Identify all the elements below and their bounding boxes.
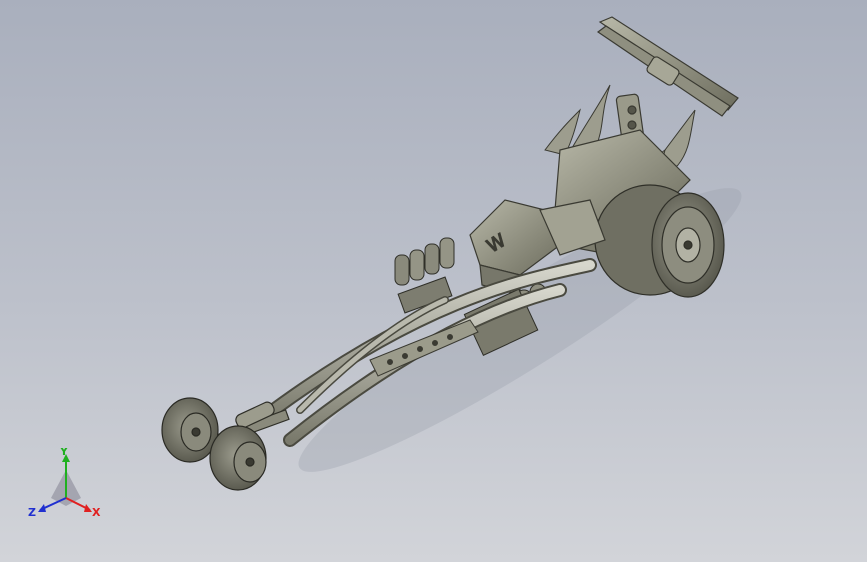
front-wheel-right bbox=[209, 425, 267, 491]
axis-triad: Y X Z bbox=[28, 448, 101, 519]
y-axis-label: Y bbox=[59, 448, 69, 458]
x-axis-arrow bbox=[84, 504, 92, 512]
front-wheel-left bbox=[161, 397, 219, 463]
z-axis-arrow bbox=[38, 504, 46, 512]
z-axis-label: Z bbox=[28, 506, 36, 519]
dragster-3d-model[interactable]: W bbox=[0, 0, 867, 562]
cad-viewport[interactable]: W Y X Z bbox=[0, 0, 867, 562]
x-axis-label: X bbox=[92, 506, 101, 519]
rear-wheel bbox=[594, 184, 725, 298]
